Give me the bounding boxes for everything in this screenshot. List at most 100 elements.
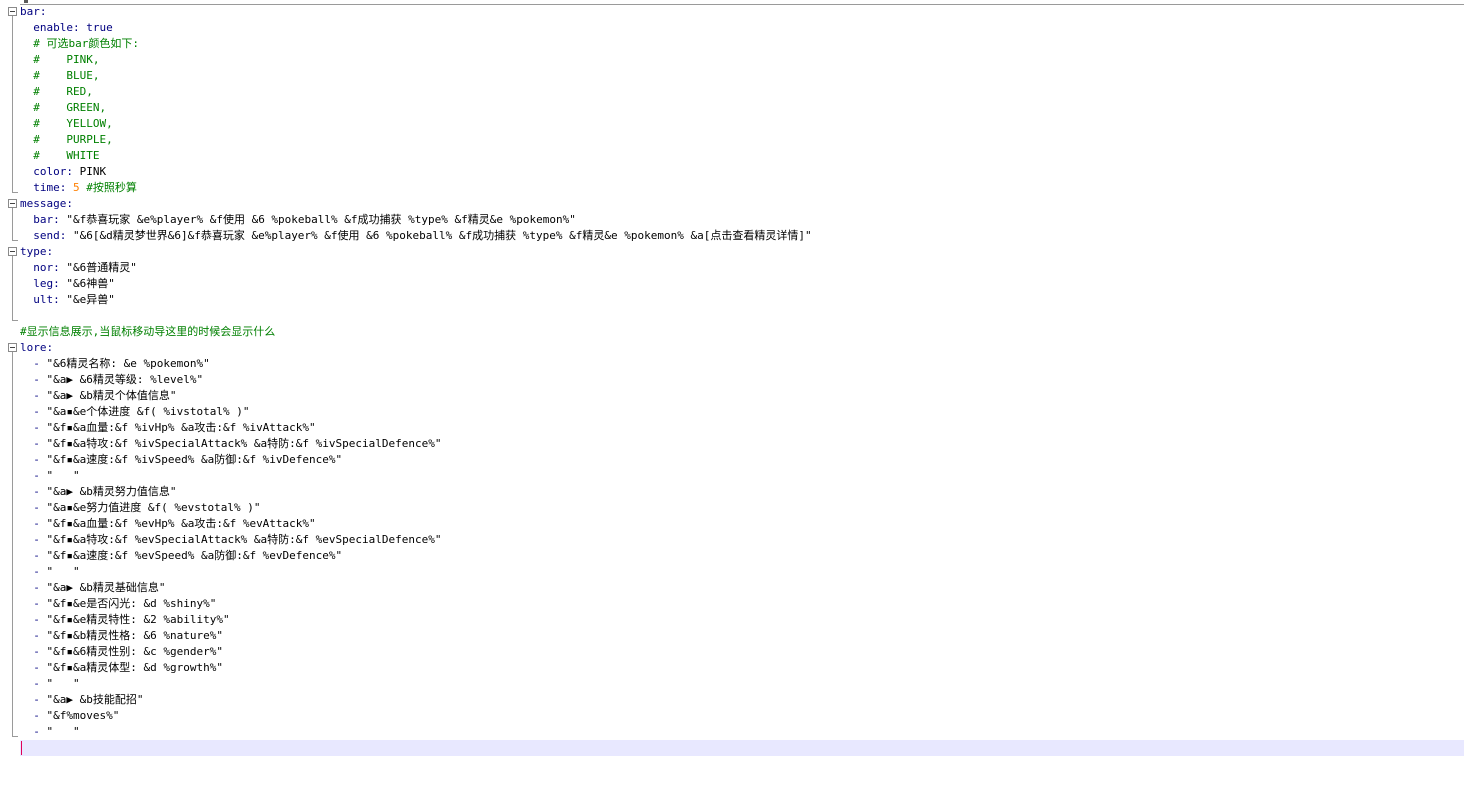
token-str: "&f▪&a血量:&f %ivHp% &a攻击:&f %ivAttack%" bbox=[46, 421, 316, 434]
token-key: ult: bbox=[20, 293, 67, 306]
editor-line[interactable]: - " " bbox=[20, 564, 1464, 580]
editor-line[interactable]: - "&f▪&b精灵性格: &6 %nature%" bbox=[20, 628, 1464, 644]
fold-range-line bbox=[12, 256, 13, 320]
editor-line-current[interactable] bbox=[20, 740, 1464, 756]
token-str: "&6精灵名称: &e %pokemon%" bbox=[46, 357, 210, 370]
editor-line[interactable]: - "&a▪&e努力值进度 &f( %evstotal% )" bbox=[20, 500, 1464, 516]
editor-line[interactable] bbox=[20, 308, 1464, 324]
editor-line[interactable]: # PINK, bbox=[20, 52, 1464, 68]
token-str: "&f▪&a速度:&f %ivSpeed% &a防御:&f %ivDefence… bbox=[46, 453, 343, 466]
token-comment: #显示信息展示,当鼠标移动导这里的时候会显示什么 bbox=[20, 325, 276, 338]
token-str: "&f▪&a特攻:&f %ivSpecialAttack% &a特防:&f %i… bbox=[46, 437, 442, 450]
editor-line[interactable]: bar: "&f恭喜玩家 &e%player% &f使用 &6 %pokebal… bbox=[20, 212, 1464, 228]
token-punct: - bbox=[20, 629, 47, 642]
token-comment: # RED, bbox=[20, 85, 93, 98]
editor-line[interactable]: - "&a▪&e个体进度 &f( %ivstotal% )" bbox=[20, 404, 1464, 420]
editor-line[interactable]: - "&f▪&a血量:&f %evHp% &a攻击:&f %evAttack%" bbox=[20, 516, 1464, 532]
token-str: " " bbox=[46, 677, 80, 690]
token-punct: - bbox=[20, 565, 47, 578]
editor-line[interactable]: enable: true bbox=[20, 20, 1464, 36]
editor-line[interactable]: - "&f▪&a血量:&f %ivHp% &a攻击:&f %ivAttack%" bbox=[20, 420, 1464, 436]
editor-line[interactable]: # YELLOW, bbox=[20, 116, 1464, 132]
editor-line[interactable]: - "&a▶ &b精灵基础信息" bbox=[20, 580, 1464, 596]
editor-line[interactable]: # WHITE bbox=[20, 148, 1464, 164]
token-punct: - bbox=[20, 549, 47, 562]
editor-line[interactable]: type: bbox=[20, 244, 1464, 260]
text-caret bbox=[21, 741, 22, 755]
editor-line[interactable]: - "&6精灵名称: &e %pokemon%" bbox=[20, 356, 1464, 372]
editor-line[interactable]: # GREEN, bbox=[20, 100, 1464, 116]
token-punct: - bbox=[20, 597, 47, 610]
fold-toggle-icon[interactable] bbox=[8, 199, 17, 208]
editor-line[interactable]: - " " bbox=[20, 724, 1464, 740]
editor-line[interactable]: - "&a▶ &6精灵等级: %level%" bbox=[20, 372, 1464, 388]
editor-line[interactable]: - " " bbox=[20, 468, 1464, 484]
token-punct: - bbox=[20, 725, 47, 738]
token-punct: - bbox=[20, 581, 47, 594]
editor-line[interactable]: - "&a▶ &b精灵个体值信息" bbox=[20, 388, 1464, 404]
token-comment: # PINK, bbox=[20, 53, 100, 66]
text-editor[interactable]: bar: enable: true # 可选bar颜色如下: # PINK, #… bbox=[20, 4, 1464, 791]
token-str: "&f▪&a精灵体型: &d %growth%" bbox=[46, 661, 223, 674]
token-punct: - bbox=[20, 661, 47, 674]
editor-line[interactable]: - "&f▪&a速度:&f %evSpeed% &a防御:&f %evDefen… bbox=[20, 548, 1464, 564]
token-key: time: bbox=[20, 181, 73, 194]
token-str: "&f恭喜玩家 &e%player% &f使用 &6 %pokeball% &f… bbox=[66, 213, 576, 226]
editor-line[interactable]: - "&a▶ &b精灵努力值信息" bbox=[20, 484, 1464, 500]
fold-toggle-icon[interactable] bbox=[8, 7, 17, 16]
fold-toggle-icon[interactable] bbox=[8, 343, 17, 352]
editor-line[interactable]: # PURPLE, bbox=[20, 132, 1464, 148]
editor-line[interactable]: # 可选bar颜色如下: bbox=[20, 36, 1464, 52]
token-key: lore: bbox=[20, 341, 54, 354]
editor-line[interactable]: - "&f▪&a特攻:&f %ivSpecialAttack% &a特防:&f … bbox=[20, 436, 1464, 452]
fold-end-mark bbox=[12, 320, 18, 321]
editor-line[interactable]: bar: bbox=[20, 4, 1464, 20]
token-comment: # PURPLE, bbox=[20, 133, 113, 146]
editor-line[interactable]: send: "&6[&d精灵梦世界&6]&f恭喜玩家 &e%player% &f… bbox=[20, 228, 1464, 244]
editor-line[interactable]: - "&f▪&e是否闪光: &d %shiny%" bbox=[20, 596, 1464, 612]
token-comment: # YELLOW, bbox=[20, 117, 113, 130]
fold-margin[interactable] bbox=[0, 4, 20, 791]
token-key: type: bbox=[20, 245, 54, 258]
editor-line[interactable]: time: 5 #按照秒算 bbox=[20, 180, 1464, 196]
token-comment: #按照秒算 bbox=[79, 181, 137, 194]
editor-line[interactable]: - "&a▶ &b技能配招" bbox=[20, 692, 1464, 708]
editor-line[interactable]: message: bbox=[20, 196, 1464, 212]
token-punct: - bbox=[20, 693, 47, 706]
token-bool: true bbox=[86, 21, 113, 34]
editor-line[interactable]: - " " bbox=[20, 676, 1464, 692]
editor-line[interactable]: # BLUE, bbox=[20, 68, 1464, 84]
token-str: "&a▶ &b精灵个体值信息" bbox=[46, 389, 177, 402]
token-key: bar: bbox=[20, 213, 67, 226]
editor-line[interactable]: # RED, bbox=[20, 84, 1464, 100]
editor-line[interactable]: ult: "&e异兽" bbox=[20, 292, 1464, 308]
token-comment: # WHITE bbox=[20, 149, 100, 162]
editor-line[interactable]: - "&f▪&6精灵性别: &c %gender%" bbox=[20, 644, 1464, 660]
editor-line[interactable]: - "&f▪&a特攻:&f %evSpecialAttack% &a特防:&f … bbox=[20, 532, 1464, 548]
token-str: "&6神兽" bbox=[66, 277, 115, 290]
editor-line[interactable]: color: PINK bbox=[20, 164, 1464, 180]
token-key: leg: bbox=[20, 277, 67, 290]
editor-line[interactable]: leg: "&6神兽" bbox=[20, 276, 1464, 292]
editor-line[interactable]: - "&f▪&a精灵体型: &d %growth%" bbox=[20, 660, 1464, 676]
token-str: "&a▪&e个体进度 &f( %ivstotal% )" bbox=[46, 405, 250, 418]
token-str: " " bbox=[46, 725, 80, 738]
fold-toggle-icon[interactable] bbox=[8, 247, 17, 256]
editor-line[interactable]: lore: bbox=[20, 340, 1464, 356]
token-str: "&a▶ &b精灵努力值信息" bbox=[46, 485, 177, 498]
token-num: 5 bbox=[72, 181, 80, 194]
editor-line[interactable]: - "&f▪&a速度:&f %ivSpeed% &a防御:&f %ivDefen… bbox=[20, 452, 1464, 468]
token-key: enable: bbox=[20, 21, 87, 34]
editor-line[interactable]: nor: "&6普通精灵" bbox=[20, 260, 1464, 276]
token-punct: - bbox=[20, 645, 47, 658]
editor-line[interactable]: - "&f%moves%" bbox=[20, 708, 1464, 724]
token-comment: # 可选bar颜色如下: bbox=[20, 37, 139, 50]
token-comment: # GREEN, bbox=[20, 101, 107, 114]
editor-line[interactable]: #显示信息展示,当鼠标移动导这里的时候会显示什么 bbox=[20, 324, 1464, 340]
editor-line[interactable]: - "&f▪&e精灵特性: &2 %ability%" bbox=[20, 612, 1464, 628]
token-str: "&f▪&e是否闪光: &d %shiny%" bbox=[46, 597, 217, 610]
token-key: send: bbox=[20, 229, 73, 242]
editor-lines[interactable]: bar: enable: true # 可选bar颜色如下: # PINK, #… bbox=[20, 4, 1464, 756]
token-punct: - bbox=[20, 373, 47, 386]
token-str: "&f%moves%" bbox=[46, 709, 120, 722]
